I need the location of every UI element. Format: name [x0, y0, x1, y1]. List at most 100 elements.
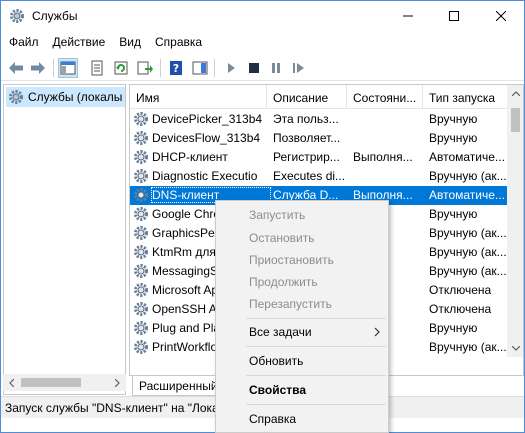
scroll-down-button[interactable]: [507, 340, 523, 357]
menu-item-properties[interactable]: Свойства: [217, 380, 387, 400]
toolbar: ?: [1, 54, 524, 81]
forward-button[interactable]: [28, 58, 48, 78]
pause-service-button[interactable]: [266, 58, 286, 78]
scroll-thumb[interactable]: [21, 378, 81, 387]
service-gear-icon: [133, 130, 149, 146]
console-tree-button[interactable]: [58, 58, 78, 78]
service-gear-icon: [133, 149, 149, 165]
horizontal-scrollbar[interactable]: [3, 374, 126, 391]
column-header-startup-type[interactable]: Тип запуска: [423, 85, 507, 109]
column-header-description[interactable]: Описание: [267, 85, 347, 109]
service-description: Регистрир...: [273, 150, 340, 164]
forward-arrow-icon: [31, 62, 45, 74]
service-gear-icon: [133, 111, 149, 127]
toolbar-separator: [214, 59, 215, 77]
minimize-button[interactable]: [385, 1, 431, 31]
stop-service-button[interactable]: [244, 58, 264, 78]
menu-file[interactable]: Файл: [1, 32, 46, 52]
service-gear-icon: [133, 206, 149, 222]
table-row[interactable]: DHCP-клиент Регистрир... Выполня... Автомат…: [130, 148, 507, 167]
service-startup-type: Вручную (ак...: [429, 340, 507, 354]
gear-icon: [8, 89, 24, 105]
menu-item-pause[interactable]: Приостановить: [217, 250, 387, 270]
tree-item-label: Службы (локалы: [28, 90, 123, 104]
service-gear-icon: [133, 244, 149, 260]
service-startup-type: Вручную (ак...: [429, 264, 507, 278]
toolbar-separator: [160, 59, 161, 77]
help-button[interactable]: ?: [166, 58, 186, 78]
toolbar-separator: [53, 59, 54, 77]
service-name: Diagnostic Executio: [152, 169, 258, 183]
menu-item-stop[interactable]: Остановить: [217, 228, 387, 248]
menu-item-restart[interactable]: Перезапустить: [217, 294, 387, 314]
service-gear-icon: [133, 282, 149, 298]
service-gear-icon: [133, 320, 149, 336]
close-icon: [496, 11, 506, 21]
vertical-scrollbar[interactable]: [507, 85, 523, 357]
column-header-name[interactable]: Имя: [130, 85, 267, 109]
table-row[interactable]: Diagnostic Executio Executes di... Вручную…: [130, 167, 507, 186]
service-state: Выполня...: [353, 150, 413, 164]
menu-item-help[interactable]: Справка: [217, 409, 387, 429]
restart-icon: [293, 63, 304, 73]
window-title: Службы: [32, 9, 78, 23]
back-arrow-icon: [9, 62, 23, 74]
menu-item-resume[interactable]: Продолжить: [217, 272, 387, 292]
start-icon: [228, 63, 235, 73]
service-startup-type: Вручную (ак...: [429, 226, 507, 240]
title-bar[interactable]: Службы: [1, 1, 524, 31]
action-pane-button[interactable]: [190, 58, 210, 78]
chevron-right-icon: [115, 378, 120, 387]
service-startup-type: Вручную (ак...: [429, 245, 507, 259]
table-row[interactable]: DevicesFlow_313b4 Позволяет... Вручную: [130, 129, 507, 148]
service-startup-type: Автоматиче...: [429, 188, 505, 202]
console-tree-icon: [60, 61, 76, 75]
export-icon: [137, 61, 153, 75]
service-gear-icon: [133, 301, 149, 317]
column-header-state[interactable]: Состояни...: [347, 85, 423, 109]
export-button[interactable]: [135, 58, 155, 78]
tab-extended[interactable]: Расширенный: [132, 376, 225, 396]
service-startup-type: Вручную: [429, 131, 478, 145]
menu-item-start[interactable]: Запустить: [217, 205, 387, 225]
menu-action[interactable]: Действие: [46, 32, 113, 52]
menu-item-refresh[interactable]: Обновить: [217, 351, 387, 371]
scroll-left-button[interactable]: [3, 374, 20, 391]
service-startup-type: Автоматиче...: [429, 150, 505, 164]
menu-item-all-tasks[interactable]: Все задачи: [217, 322, 387, 342]
service-gear-icon: [133, 168, 149, 184]
pause-icon: [272, 63, 280, 73]
properties-button[interactable]: [87, 58, 107, 78]
minimize-icon: [403, 15, 413, 17]
scroll-right-button[interactable]: [109, 374, 126, 391]
maximize-button[interactable]: [431, 1, 477, 31]
service-startup-type: Вручную: [429, 207, 478, 221]
service-description: Позволяет...: [273, 131, 341, 145]
table-row[interactable]: DevicePicker_313b4 Эта польз... Вручную: [130, 110, 507, 129]
scroll-thumb[interactable]: [511, 108, 520, 132]
menu-help[interactable]: Справка: [148, 32, 209, 52]
service-name: DHCP-клиент: [152, 150, 228, 164]
close-button[interactable]: [478, 1, 524, 31]
service-gear-icon: [133, 187, 149, 203]
service-description: Executes di...: [273, 169, 346, 183]
service-name: DevicePicker_313b4: [152, 112, 263, 126]
refresh-button[interactable]: [111, 58, 131, 78]
menu-item-label: Все задачи: [249, 325, 312, 339]
service-startup-type: Вручную (ак...: [429, 169, 507, 183]
restart-service-button[interactable]: [289, 58, 309, 78]
refresh-icon: [114, 61, 128, 75]
gear-icon: [9, 8, 25, 24]
scroll-up-button[interactable]: [507, 85, 523, 102]
action-pane-icon: [192, 61, 208, 75]
service-startup-type: Вручную: [429, 112, 478, 126]
menu-view[interactable]: Вид: [112, 32, 148, 52]
start-service-button[interactable]: [221, 58, 241, 78]
menu-separator: [246, 404, 386, 405]
service-gear-icon: [133, 263, 149, 279]
back-button[interactable]: [6, 58, 26, 78]
chevron-left-icon: [9, 378, 14, 387]
chevron-right-icon: [374, 327, 380, 337]
tree-item-services-local[interactable]: Службы (локалы: [6, 87, 125, 107]
service-startup-type: Отключена: [429, 302, 492, 316]
